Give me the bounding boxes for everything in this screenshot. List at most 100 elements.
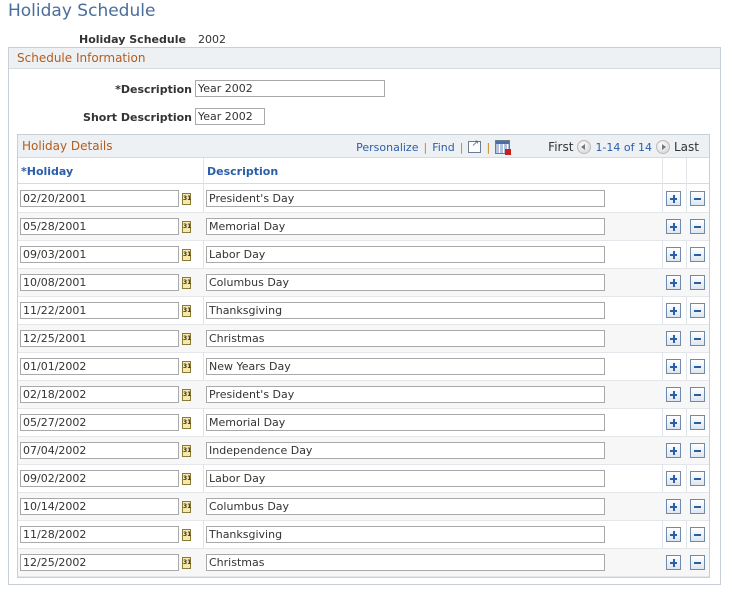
holiday-date-input[interactable] xyxy=(20,302,179,319)
find-link[interactable]: Find xyxy=(432,141,455,154)
holiday-date-input[interactable] xyxy=(20,386,179,403)
column-header-description[interactable]: Description xyxy=(207,165,278,178)
add-row-button[interactable] xyxy=(666,387,681,402)
calendar-icon[interactable]: 31 xyxy=(182,193,191,205)
holiday-description-input[interactable] xyxy=(206,526,605,543)
add-row-button[interactable] xyxy=(666,191,681,206)
delete-row-button[interactable] xyxy=(690,303,705,318)
calendar-icon[interactable]: 31 xyxy=(182,221,191,233)
calendar-icon[interactable]: 31 xyxy=(182,333,191,345)
add-row-button[interactable] xyxy=(666,331,681,346)
delete-row-button[interactable] xyxy=(690,191,705,206)
column-header-row: *Holiday Description xyxy=(18,158,709,184)
short-description-input[interactable] xyxy=(195,108,265,125)
holiday-date-input[interactable] xyxy=(20,554,179,571)
holiday-schedule-value: 2002 xyxy=(198,33,226,46)
delete-row-button[interactable] xyxy=(690,331,705,346)
table-row: 31 xyxy=(18,521,709,549)
download-excel-icon[interactable] xyxy=(495,140,512,155)
add-row-button[interactable] xyxy=(666,499,681,514)
delete-row-button[interactable] xyxy=(690,443,705,458)
calendar-icon[interactable]: 31 xyxy=(182,501,191,513)
table-row: 31 xyxy=(18,185,709,213)
delete-row-button[interactable] xyxy=(690,359,705,374)
holiday-date-input[interactable] xyxy=(20,274,179,291)
calendar-icon[interactable]: 31 xyxy=(182,249,191,261)
separator: | xyxy=(486,140,491,154)
calendar-icon[interactable]: 31 xyxy=(182,529,191,541)
view-all-icon[interactable] xyxy=(468,139,482,153)
calendar-icon[interactable]: 31 xyxy=(182,473,191,485)
add-row-button[interactable] xyxy=(666,303,681,318)
delete-row-button[interactable] xyxy=(690,387,705,402)
separator: | xyxy=(423,140,428,154)
holiday-date-input[interactable] xyxy=(20,470,179,487)
calendar-icon[interactable]: 31 xyxy=(182,361,191,373)
previous-arrow-icon[interactable] xyxy=(577,140,592,154)
holiday-description-input[interactable] xyxy=(206,246,605,263)
holiday-date-input[interactable] xyxy=(20,190,179,207)
holiday-date-input[interactable] xyxy=(20,358,179,375)
holiday-date-input[interactable] xyxy=(20,498,179,515)
add-row-button[interactable] xyxy=(666,359,681,374)
holiday-description-input[interactable] xyxy=(206,274,605,291)
holiday-description-input[interactable] xyxy=(206,470,605,487)
column-header-holiday[interactable]: *Holiday xyxy=(21,165,73,178)
next-arrow-icon[interactable] xyxy=(656,140,670,154)
holiday-date-input[interactable] xyxy=(20,330,179,347)
page-title: Holiday Schedule xyxy=(8,1,156,21)
calendar-icon[interactable]: 31 xyxy=(182,445,191,457)
description-input[interactable] xyxy=(195,80,385,97)
add-row-button[interactable] xyxy=(666,415,681,430)
grid-header: Holiday Details Personalize | Find | | F… xyxy=(18,135,709,158)
holiday-description-input[interactable] xyxy=(206,414,605,431)
add-row-button[interactable] xyxy=(666,443,681,458)
table-row: 31 xyxy=(18,213,709,241)
delete-row-button[interactable] xyxy=(690,275,705,290)
holiday-description-input[interactable] xyxy=(206,190,605,207)
holiday-description-input[interactable] xyxy=(206,386,605,403)
personalize-link[interactable]: Personalize xyxy=(356,141,418,154)
first-label: First xyxy=(548,140,574,154)
delete-row-button[interactable] xyxy=(690,499,705,514)
description-label: *Description xyxy=(115,83,192,96)
add-row-button[interactable] xyxy=(666,219,681,234)
holiday-date-input[interactable] xyxy=(20,414,179,431)
add-row-button[interactable] xyxy=(666,471,681,486)
delete-row-button[interactable] xyxy=(690,415,705,430)
delete-row-button[interactable] xyxy=(690,555,705,570)
calendar-icon[interactable]: 31 xyxy=(182,557,191,569)
delete-row-button[interactable] xyxy=(690,471,705,486)
short-description-label: Short Description xyxy=(83,111,192,124)
table-row: 31 xyxy=(18,325,709,353)
add-row-button[interactable] xyxy=(666,275,681,290)
calendar-icon[interactable]: 31 xyxy=(182,389,191,401)
delete-row-button[interactable] xyxy=(690,247,705,262)
holiday-details-grid: Holiday Details Personalize | Find | | F… xyxy=(17,134,710,578)
calendar-icon[interactable]: 31 xyxy=(182,277,191,289)
holiday-date-input[interactable] xyxy=(20,218,179,235)
delete-row-button[interactable] xyxy=(690,219,705,234)
holiday-description-input[interactable] xyxy=(206,330,605,347)
table-row: 31 xyxy=(18,493,709,521)
add-row-button[interactable] xyxy=(666,247,681,262)
holiday-date-input[interactable] xyxy=(20,246,179,263)
holiday-description-input[interactable] xyxy=(206,218,605,235)
calendar-icon[interactable]: 31 xyxy=(182,417,191,429)
add-row-button[interactable] xyxy=(666,555,681,570)
holiday-date-input[interactable] xyxy=(20,526,179,543)
grid-title: Holiday Details xyxy=(22,139,113,153)
calendar-icon[interactable]: 31 xyxy=(182,305,191,317)
holiday-description-input[interactable] xyxy=(206,302,605,319)
add-row-button[interactable] xyxy=(666,527,681,542)
holiday-description-input[interactable] xyxy=(206,442,605,459)
table-row: 31 xyxy=(18,549,709,577)
holiday-description-input[interactable] xyxy=(206,554,605,571)
table-row: 31 xyxy=(18,269,709,297)
holiday-description-input[interactable] xyxy=(206,358,605,375)
holiday-description-input[interactable] xyxy=(206,498,605,515)
schedule-information-header: Schedule Information xyxy=(9,48,720,69)
delete-row-button[interactable] xyxy=(690,527,705,542)
holiday-date-input[interactable] xyxy=(20,442,179,459)
holiday-schedule-label: Holiday Schedule xyxy=(79,33,186,46)
